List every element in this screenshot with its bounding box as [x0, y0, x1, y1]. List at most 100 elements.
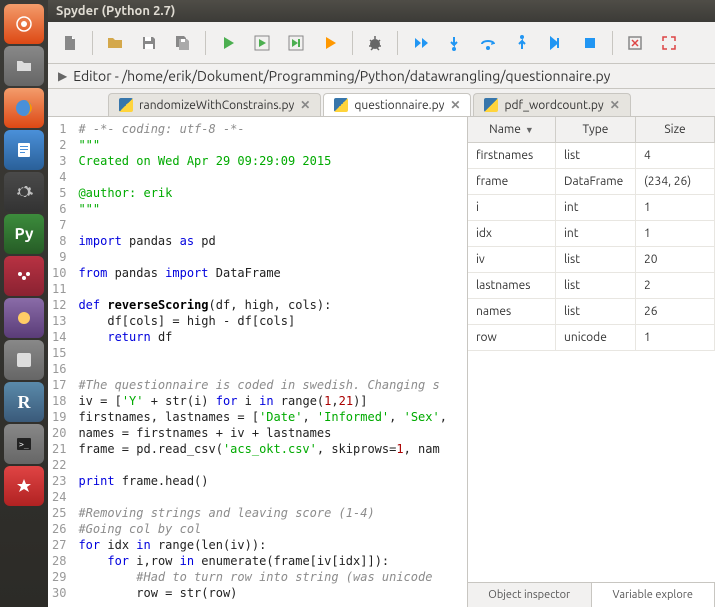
- var-size: 1: [636, 221, 715, 246]
- var-size: 4: [636, 143, 715, 168]
- run-cell-button[interactable]: [248, 29, 276, 57]
- var-type: list: [556, 143, 636, 168]
- close-icon[interactable]: ✕: [450, 98, 460, 112]
- table-row[interactable]: i int 1: [468, 195, 715, 221]
- tab-object-inspector[interactable]: Object inspector: [468, 583, 592, 607]
- var-type: int: [556, 195, 636, 220]
- tab-label: questionnaire.py: [354, 99, 444, 112]
- debug-stepout-button[interactable]: [508, 29, 536, 57]
- table-row[interactable]: names list 26: [468, 299, 715, 325]
- var-size: (234, 26): [636, 169, 715, 194]
- var-name: idx: [468, 221, 556, 246]
- code-editor[interactable]: 1234567891011121314151617181920212223242…: [48, 117, 467, 607]
- var-type: list: [556, 299, 636, 324]
- var-name: firstnames: [468, 143, 556, 168]
- toolbar-separator: [92, 31, 93, 55]
- editor-file-path: Editor - /home/erik/Dokument/Programming…: [73, 68, 610, 84]
- run-button[interactable]: [214, 29, 242, 57]
- svg-text:>_: >_: [19, 440, 29, 449]
- spyder-window: Spyder (Python 2.7) ▶ Editor - /home/eri…: [48, 0, 715, 607]
- python-file-icon: [334, 98, 348, 112]
- launcher-pidgin-icon[interactable]: [4, 298, 44, 338]
- launcher-settings-icon[interactable]: [4, 172, 44, 212]
- window-titlebar: Spyder (Python 2.7): [48, 0, 715, 22]
- sort-icon: ▼: [525, 125, 534, 135]
- launcher-app-icon[interactable]: [4, 340, 44, 380]
- launcher-files-icon[interactable]: [4, 46, 44, 86]
- toolbar-separator: [352, 31, 353, 55]
- table-row[interactable]: idx int 1: [468, 221, 715, 247]
- line-gutter: 1234567891011121314151617181920212223242…: [48, 117, 74, 607]
- save-button[interactable]: [135, 29, 163, 57]
- launcher-spyder-icon[interactable]: [4, 466, 44, 506]
- debug-step-button[interactable]: [406, 29, 434, 57]
- var-name: i: [468, 195, 556, 220]
- col-header-size[interactable]: Size: [636, 117, 715, 142]
- right-panel: Name▼ Type Size firstnames list 4 frame …: [467, 117, 715, 607]
- tab-label: randomizeWithConstrains.py: [139, 99, 294, 112]
- code-content[interactable]: # -*- coding: utf-8 -*- """ Created on W…: [74, 117, 467, 607]
- tab-variable-explorer[interactable]: Variable explore: [592, 583, 715, 607]
- var-name: row: [468, 325, 556, 350]
- var-size: 1: [636, 325, 715, 350]
- tab-pdfwordcount[interactable]: pdf_wordcount.py ✕: [473, 93, 630, 116]
- var-name: frame: [468, 169, 556, 194]
- table-row[interactable]: frame DataFrame (234, 26): [468, 169, 715, 195]
- launcher-terminal-icon[interactable]: >_: [4, 424, 44, 464]
- toolbar-separator: [612, 31, 613, 55]
- table-row[interactable]: firstnames list 4: [468, 143, 715, 169]
- debug-button[interactable]: [361, 29, 389, 57]
- col-header-name[interactable]: Name▼: [468, 117, 556, 142]
- var-type: unicode: [556, 325, 636, 350]
- maximize-pane-button[interactable]: [621, 29, 649, 57]
- run-cell-advance-button[interactable]: [282, 29, 310, 57]
- tab-questionnaire[interactable]: questionnaire.py ✕: [323, 93, 471, 116]
- launcher-dash-icon[interactable]: [4, 4, 44, 44]
- var-size: 20: [636, 247, 715, 272]
- var-type: int: [556, 221, 636, 246]
- table-header-row: Name▼ Type Size: [468, 117, 715, 143]
- editor-tabs: randomizeWithConstrains.py ✕ questionnai…: [48, 89, 715, 117]
- new-file-button[interactable]: [56, 29, 84, 57]
- var-name: iv: [468, 247, 556, 272]
- var-type: list: [556, 273, 636, 298]
- table-row[interactable]: row unicode 1: [468, 325, 715, 351]
- close-icon[interactable]: ✕: [610, 98, 620, 112]
- launcher-python-icon[interactable]: Py: [4, 214, 44, 254]
- run-selection-button[interactable]: [316, 29, 344, 57]
- python-file-icon: [484, 98, 498, 112]
- python-file-icon: [119, 98, 133, 112]
- var-type: list: [556, 247, 636, 272]
- launcher-writer-icon[interactable]: [4, 130, 44, 170]
- col-header-type[interactable]: Type: [556, 117, 636, 142]
- toolbar-separator: [397, 31, 398, 55]
- table-row[interactable]: lastnames list 2: [468, 273, 715, 299]
- table-row[interactable]: iv list 20: [468, 247, 715, 273]
- launcher-rstudio-icon[interactable]: R: [4, 382, 44, 422]
- right-panel-tabs: Object inspector Variable explore: [468, 582, 715, 607]
- var-size: 2: [636, 273, 715, 298]
- launcher-mendeley-icon[interactable]: [4, 256, 44, 296]
- open-file-button[interactable]: [101, 29, 129, 57]
- window-title: Spyder (Python 2.7): [56, 4, 175, 18]
- var-size: 26: [636, 299, 715, 324]
- var-size: 1: [636, 195, 715, 220]
- expand-icon[interactable]: ▶: [58, 69, 67, 83]
- var-type: DataFrame: [556, 169, 636, 194]
- tab-label: pdf_wordcount.py: [504, 99, 603, 112]
- debug-continue-button[interactable]: [542, 29, 570, 57]
- toolbar-separator: [205, 31, 206, 55]
- work-area: 1234567891011121314151617181920212223242…: [48, 117, 715, 607]
- debug-stepinto-button[interactable]: [440, 29, 468, 57]
- variable-explorer-table: Name▼ Type Size firstnames list 4 frame …: [468, 117, 715, 582]
- save-all-button[interactable]: [169, 29, 197, 57]
- editor-path-bar: ▶ Editor - /home/erik/Dokument/Programmi…: [48, 64, 715, 89]
- var-name: names: [468, 299, 556, 324]
- fullscreen-button[interactable]: [655, 29, 683, 57]
- launcher-firefox-icon[interactable]: [4, 88, 44, 128]
- close-icon[interactable]: ✕: [300, 98, 310, 112]
- unity-launcher: Py R >_: [0, 0, 48, 607]
- debug-stepover-button[interactable]: [474, 29, 502, 57]
- debug-stop-button[interactable]: [576, 29, 604, 57]
- tab-randomize[interactable]: randomizeWithConstrains.py ✕: [108, 93, 321, 116]
